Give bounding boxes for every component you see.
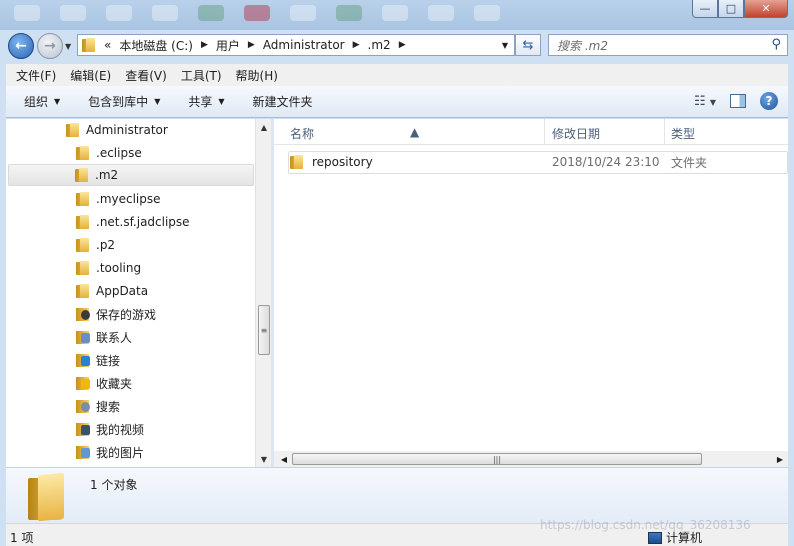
breadcrumb-overflow[interactable]: « xyxy=(104,38,111,52)
searches-icon xyxy=(76,398,90,414)
refresh-icon: ⇆ xyxy=(522,37,534,53)
address-dropdown[interactable]: ▼ xyxy=(496,34,514,56)
h-scroll-thumb[interactable]: ||| xyxy=(292,453,702,465)
status-item-count: 1 项 xyxy=(10,531,34,545)
scroll-down-button[interactable]: ▼ xyxy=(256,451,272,467)
horizontal-scrollbar[interactable]: ◀ ||| ▶ xyxy=(274,451,788,467)
folder-icon xyxy=(76,214,90,230)
search-icon[interactable]: ⚲ xyxy=(771,37,781,52)
share-button[interactable]: 共享 ▼ xyxy=(188,93,224,110)
view-options-icon[interactable]: ☷ ▼ xyxy=(694,94,716,109)
new-folder-button[interactable]: 新建文件夹 xyxy=(253,93,313,110)
address-bar[interactable]: « 本地磁盘 (C:) ▶ 用户 ▶ Administrator ▶ .m2 ▶ xyxy=(77,34,515,56)
search-input[interactable]: 搜索 .m2 ⚲ xyxy=(548,34,788,56)
close-button[interactable]: ✕ xyxy=(744,0,788,18)
menu-bar: 文件(F) 编辑(E) 查看(V) 工具(T) 帮助(H) xyxy=(6,64,788,86)
breadcrumb-administrator[interactable]: Administrator ▶ xyxy=(263,38,360,52)
folder-icon xyxy=(66,122,80,138)
forward-button[interactable]: → xyxy=(37,33,63,59)
nav-item-pictures[interactable]: 我的图片 xyxy=(76,441,144,463)
nav-item-myeclipse[interactable]: .myeclipse xyxy=(76,188,161,210)
column-header-row: ▲ 名称 修改日期 类型 xyxy=(274,119,788,145)
column-name[interactable]: 名称 xyxy=(290,125,314,142)
menu-help[interactable]: 帮助(H) xyxy=(236,67,278,84)
chevron-down-icon: ▼ xyxy=(154,97,161,106)
sort-arrow-icon: ▲ xyxy=(410,125,420,139)
nav-item-links[interactable]: 链接 xyxy=(76,349,120,371)
watermark: https://blog.csdn.net/qq_36208136 xyxy=(540,518,751,532)
scroll-right-button[interactable]: ▶ xyxy=(772,451,788,467)
menu-edit[interactable]: 编辑(E) xyxy=(70,67,111,84)
file-row[interactable]: repository 2018/10/24 23:10 文件夹 xyxy=(288,151,788,173)
file-list: ▲ 名称 修改日期 类型 repository 2018/10/24 23:10… xyxy=(274,119,788,467)
folder-icon xyxy=(76,283,90,299)
arrow-left-icon: ← xyxy=(15,38,27,54)
folder-icon xyxy=(75,167,89,183)
nav-item-m2[interactable]: .m2 xyxy=(8,164,254,186)
maximize-button[interactable]: □ xyxy=(718,0,744,18)
nav-item-administrator[interactable]: Administrator xyxy=(66,119,168,141)
nav-item-contacts[interactable]: 联系人 xyxy=(76,326,132,348)
title-bar: — □ ✕ xyxy=(0,0,794,30)
videos-icon xyxy=(76,421,90,437)
nav-item-saved-games[interactable]: 保存的游戏 xyxy=(76,303,156,325)
favorites-star-icon xyxy=(76,375,90,391)
nav-item-favorites[interactable]: 收藏夹 xyxy=(76,372,132,394)
folder-icon xyxy=(76,260,90,276)
pictures-icon xyxy=(76,444,90,460)
file-name: repository xyxy=(312,155,373,169)
folder-icon xyxy=(76,145,90,161)
folder-icon xyxy=(82,37,96,53)
large-folder-icon xyxy=(26,472,72,522)
nav-item-videos[interactable]: 我的视频 xyxy=(76,418,144,440)
breadcrumb-users[interactable]: 用户 ▶ xyxy=(216,37,255,54)
nav-item-appdata[interactable]: AppData xyxy=(76,280,148,302)
nav-scrollbar[interactable]: ▲ ≡ ▼ xyxy=(255,119,271,467)
computer-icon xyxy=(648,531,662,544)
taskbar-blur xyxy=(14,5,500,21)
nav-item-tooling[interactable]: .tooling xyxy=(76,257,141,279)
preview-pane-icon[interactable] xyxy=(730,94,746,108)
navigation-pane: Administrator .eclipse .m2 .myeclipse .n… xyxy=(6,119,255,467)
nav-item-eclipse[interactable]: .eclipse xyxy=(76,142,142,164)
links-icon xyxy=(76,352,90,368)
folder-icon xyxy=(290,154,304,170)
nav-item-p2[interactable]: .p2 xyxy=(76,234,115,256)
scroll-left-button[interactable]: ◀ xyxy=(276,451,292,467)
include-in-library-button[interactable]: 包含到库中 ▼ xyxy=(88,93,160,110)
nav-item-searches[interactable]: 搜索 xyxy=(76,395,120,417)
recent-pages-dropdown[interactable]: ▼ xyxy=(65,42,71,51)
help-icon[interactable]: ? xyxy=(760,92,778,110)
column-type[interactable]: 类型 xyxy=(671,125,695,142)
chevron-down-icon: ▼ xyxy=(54,97,61,106)
menu-view[interactable]: 查看(V) xyxy=(125,67,167,84)
menu-file[interactable]: 文件(F) xyxy=(16,67,56,84)
window-controls: — □ ✕ xyxy=(692,0,788,18)
organize-button[interactable]: 组织 ▼ xyxy=(24,93,60,110)
folder-icon xyxy=(76,191,90,207)
address-row: ← → ▼ « 本地磁盘 (C:) ▶ 用户 ▶ Administrator ▶ .m… xyxy=(0,30,794,60)
column-modified[interactable]: 修改日期 xyxy=(552,125,600,142)
contacts-icon xyxy=(76,329,90,345)
search-placeholder: 搜索 .m2 xyxy=(557,38,608,53)
command-bar: 组织 ▼ 包含到库中 ▼ 共享 ▼ 新建文件夹 ☷ ▼ ? xyxy=(6,86,788,118)
file-type: 文件夹 xyxy=(671,155,708,170)
saved-games-icon xyxy=(76,306,90,322)
refresh-button[interactable]: ⇆ xyxy=(515,34,541,56)
minimize-button[interactable]: — xyxy=(692,0,718,18)
folder-icon xyxy=(76,237,90,253)
nav-scroll-thumb[interactable]: ≡ xyxy=(258,305,270,355)
breadcrumb-m2[interactable]: .m2 ▶ xyxy=(368,38,406,52)
details-pane: 1 个对象 xyxy=(6,467,788,523)
file-modified: 2018/10/24 23:10 xyxy=(552,155,660,169)
chevron-down-icon: ▼ xyxy=(218,97,225,106)
arrow-right-icon: → xyxy=(44,38,56,54)
scroll-up-button[interactable]: ▲ xyxy=(256,119,272,135)
breadcrumb-local-disk[interactable]: 本地磁盘 (C:) ▶ xyxy=(119,37,208,54)
menu-tools[interactable]: 工具(T) xyxy=(181,67,222,84)
back-button[interactable]: ← xyxy=(8,33,34,59)
item-count: 1 个对象 xyxy=(90,478,138,492)
nav-item-jadclipse[interactable]: .net.sf.jadclipse xyxy=(76,211,190,233)
